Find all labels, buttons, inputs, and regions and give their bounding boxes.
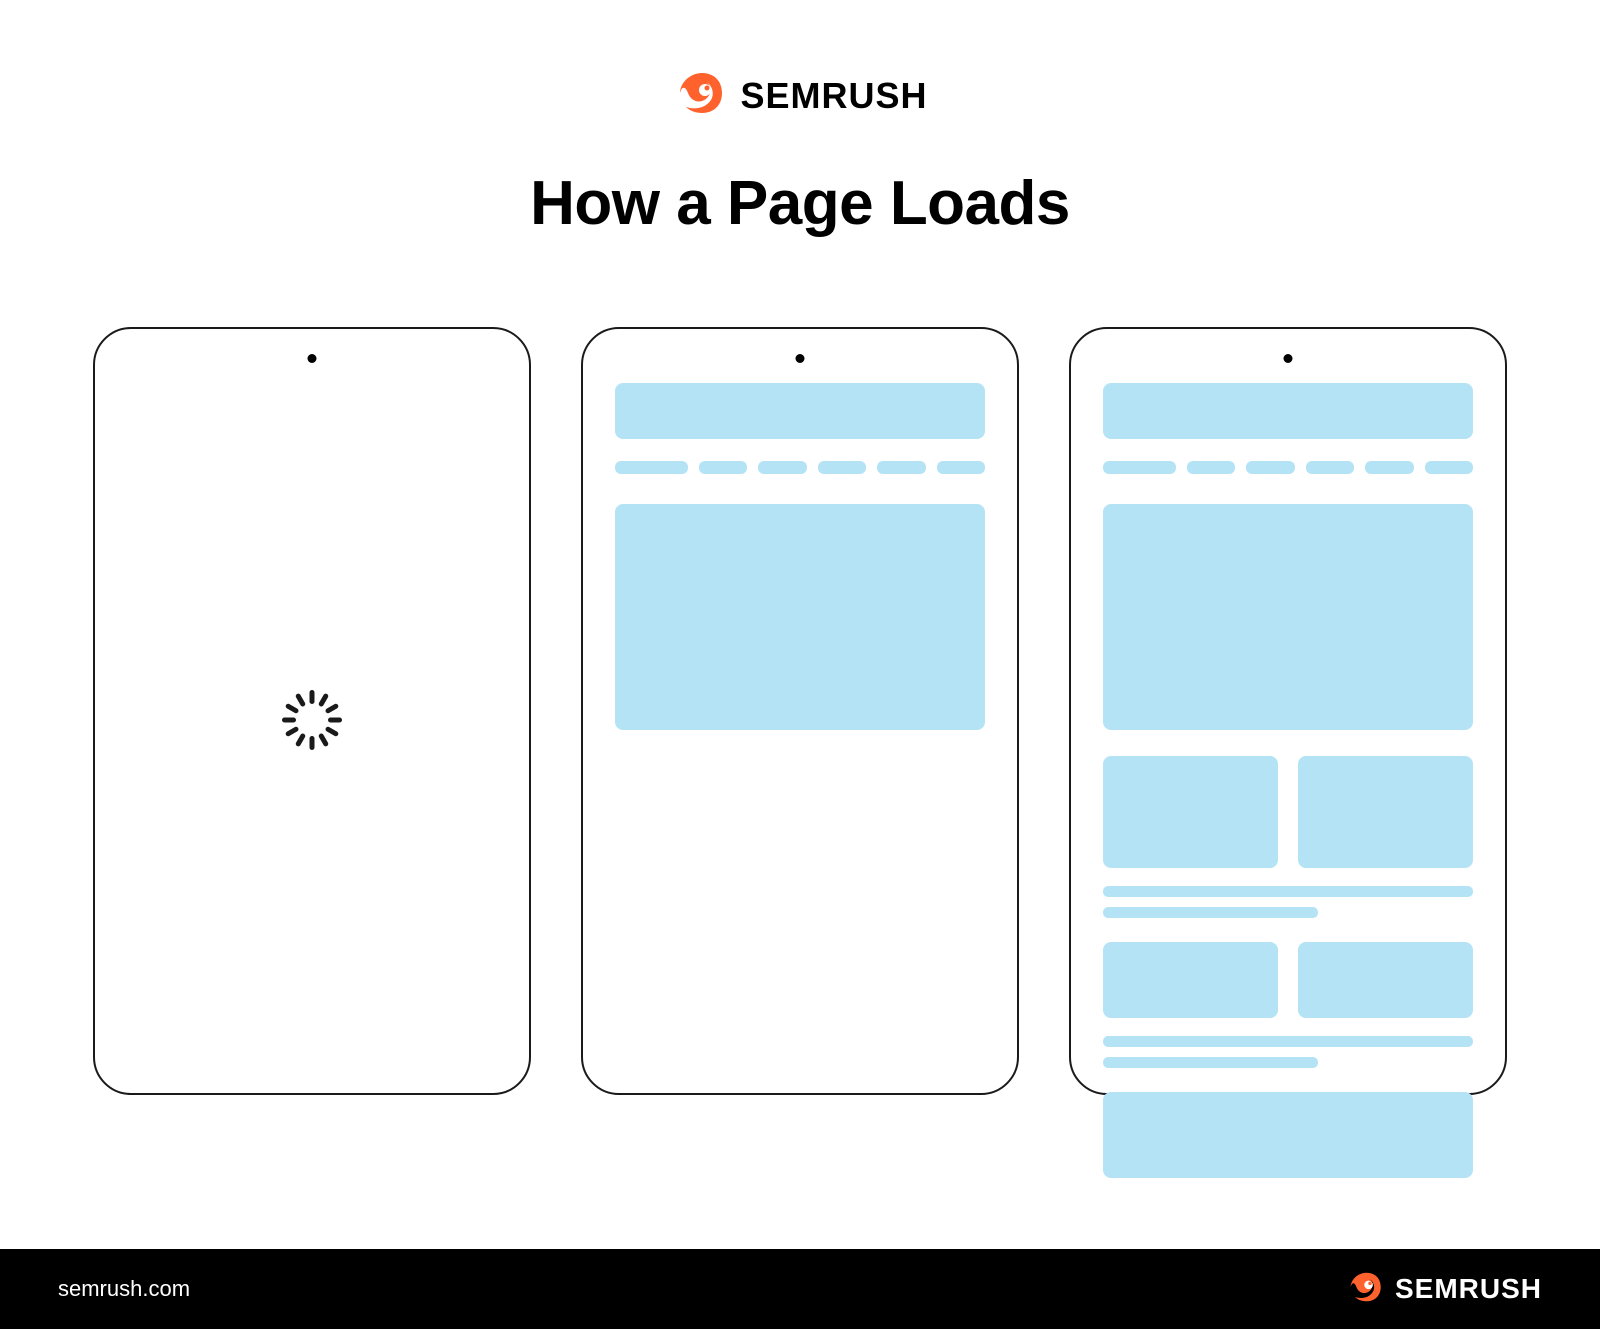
skeleton-partial xyxy=(615,383,985,730)
skeleton-complete xyxy=(1103,383,1473,1178)
loading-spinner-icon xyxy=(277,685,347,760)
skeleton-nav-item xyxy=(1187,461,1235,474)
skeleton-nav xyxy=(1103,461,1473,474)
phone-complete xyxy=(1069,327,1507,1095)
skeleton-nav-item xyxy=(1103,461,1176,474)
skeleton-cards xyxy=(1103,756,1473,868)
camera-dot-icon xyxy=(308,354,317,363)
camera-dot-icon xyxy=(796,354,805,363)
phone-partial xyxy=(581,327,1019,1095)
skeleton-nav-item xyxy=(1246,461,1294,474)
skeleton-line xyxy=(1103,1036,1473,1047)
skeleton-nav-item xyxy=(877,461,925,474)
skeleton-footer xyxy=(1103,1092,1473,1178)
skeleton-card xyxy=(1298,942,1473,1018)
skeleton-hero xyxy=(615,504,985,730)
spinner-container xyxy=(127,383,497,1061)
skeleton-card xyxy=(1103,756,1278,868)
skeleton-nav-item xyxy=(758,461,806,474)
phones-row xyxy=(0,327,1600,1095)
brand-name: SEMRUSH xyxy=(740,75,927,117)
skeleton-nav-item xyxy=(937,461,985,474)
footer-logo: SEMRUSH xyxy=(1345,1267,1542,1312)
skeleton-nav-item xyxy=(615,461,688,474)
skeleton-nav-item xyxy=(699,461,747,474)
skeleton-lines xyxy=(1103,1036,1473,1068)
skeleton-line xyxy=(1103,1057,1318,1068)
skeleton-nav-item xyxy=(1425,461,1473,474)
skeleton-nav-item xyxy=(1365,461,1413,474)
skeleton-header xyxy=(1103,383,1473,439)
skeleton-card xyxy=(1103,942,1278,1018)
footer-brand-name: SEMRUSH xyxy=(1395,1273,1542,1305)
camera-dot-icon xyxy=(1284,354,1293,363)
phone-loading xyxy=(93,327,531,1095)
skeleton-hero xyxy=(1103,504,1473,730)
skeleton-nav-item xyxy=(818,461,866,474)
semrush-flame-icon xyxy=(1345,1267,1385,1312)
skeleton-cards xyxy=(1103,942,1473,1018)
skeleton-header xyxy=(615,383,985,439)
footer-url: semrush.com xyxy=(58,1276,190,1302)
skeleton-lines xyxy=(1103,886,1473,918)
skeleton-card xyxy=(1298,756,1473,868)
skeleton-line xyxy=(1103,886,1473,897)
header-logo: SEMRUSH xyxy=(0,0,1600,126)
page-title: How a Page Loads xyxy=(0,168,1600,239)
skeleton-line xyxy=(1103,907,1318,918)
skeleton-nav xyxy=(615,461,985,474)
semrush-flame-icon xyxy=(672,65,728,126)
footer: semrush.com SEMRUSH xyxy=(0,1249,1600,1329)
skeleton-nav-item xyxy=(1306,461,1354,474)
